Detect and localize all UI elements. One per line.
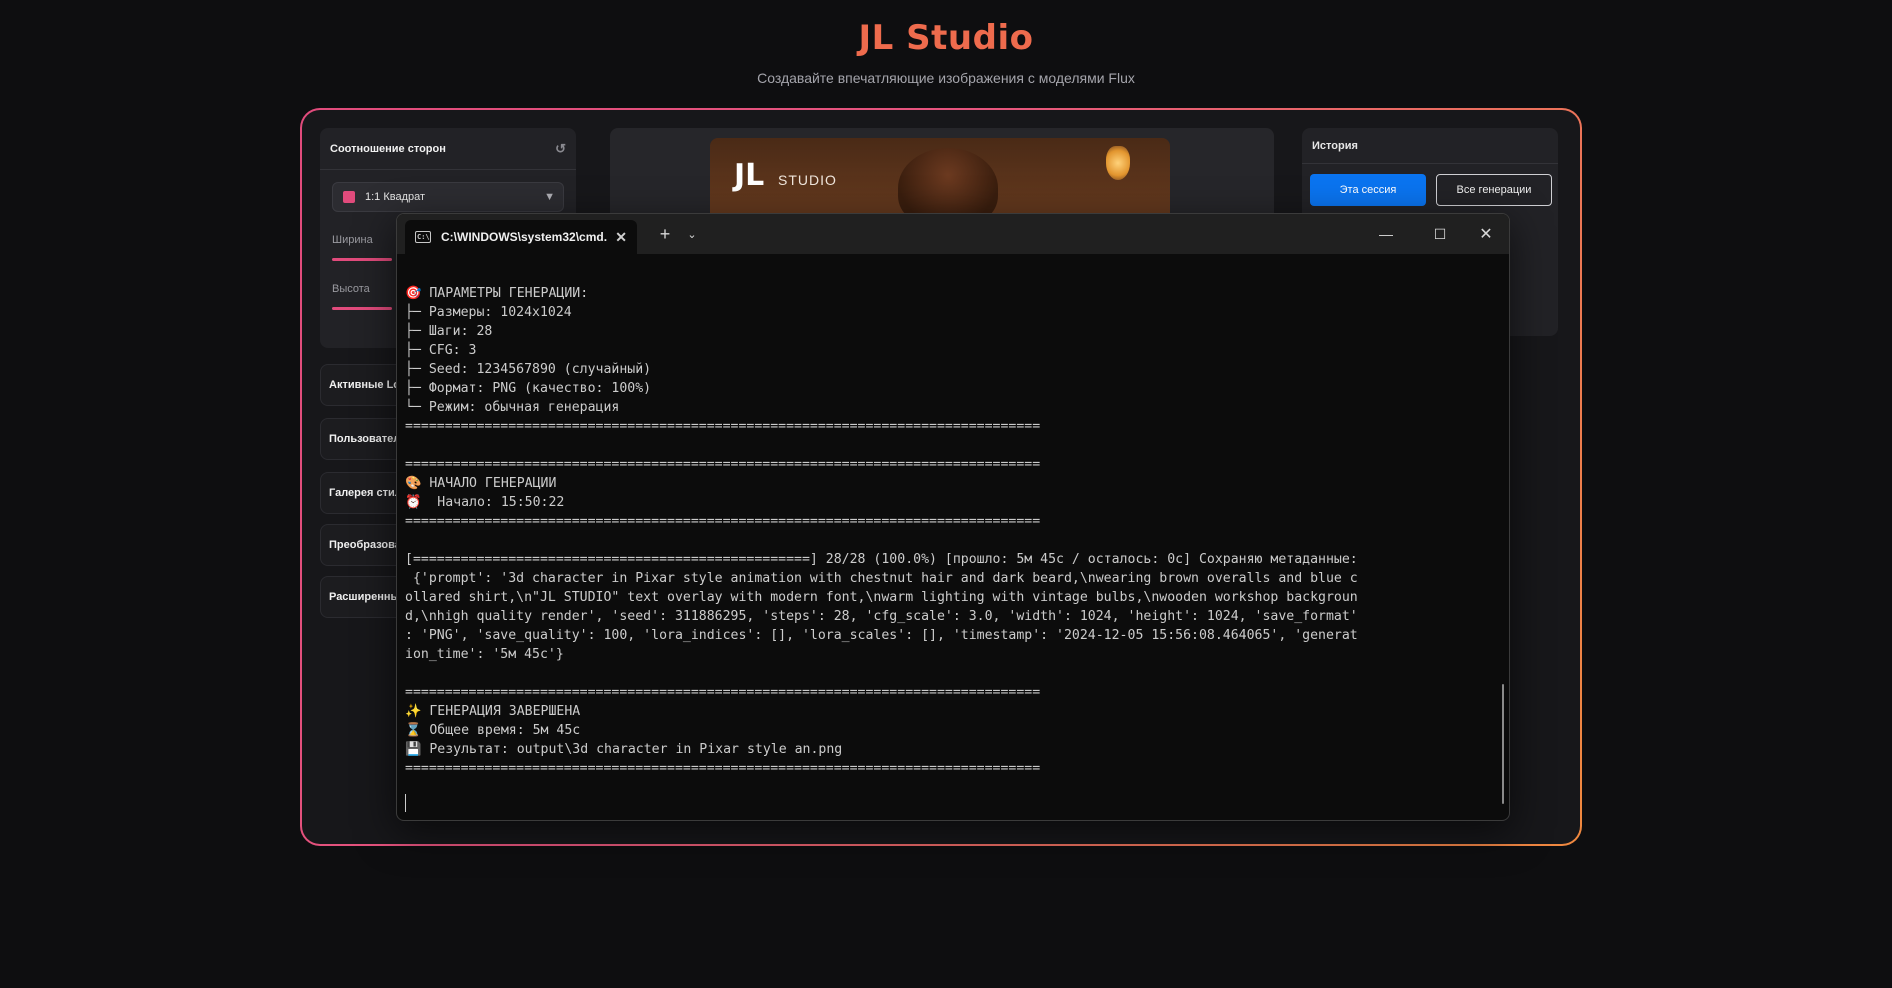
console-line: ⏰ Начало: 15:50:22 [405, 495, 565, 510]
accordion-label: Активные Lo [329, 379, 401, 391]
tab-title: C:\WINDOWS\system32\cmd. [441, 230, 608, 244]
console-line: ├─ Размеры: 1024x1024 [405, 305, 572, 320]
chevron-down-icon[interactable]: ⌄ [681, 214, 703, 254]
console-line: ├─ Шаги: 28 [405, 324, 493, 339]
console-line: ========================================… [405, 761, 1041, 776]
terminal-window[interactable]: C:\ C:\WINDOWS\system32\cmd. ✕ + ⌄ — ☐ ✕… [396, 213, 1510, 821]
console-line: 🎯 ПАРАМЕТРЫ ГЕНЕРАЦИИ: [405, 286, 589, 301]
text-cursor [405, 794, 406, 812]
aspect-ratio-title: Соотношение сторон [330, 142, 446, 155]
console-line: 💾 Результат: output\3d character in Pixa… [405, 742, 843, 757]
console-line: ⌛ Общее время: 5м 45с [405, 723, 581, 738]
accordion-label: Преобразова [329, 539, 401, 551]
plus-icon[interactable]: + [651, 214, 679, 254]
preview-logo-sub: STUDIO [778, 172, 837, 188]
console-line: ========================================… [405, 514, 1041, 529]
console-line: ========================================… [405, 419, 1041, 434]
aspect-ratio-select[interactable]: 1:1 Квадрат ▼ [332, 182, 564, 212]
minimize-icon[interactable]: — [1363, 214, 1409, 254]
console-line: [=======================================… [405, 552, 1358, 567]
aspect-ratio-value: 1:1 Квадрат [365, 191, 426, 203]
console-output: 🎯 ПАРАМЕТРЫ ГЕНЕРАЦИИ: ├─ Размеры: 1024x1… [405, 284, 1495, 778]
bulb-image [1106, 146, 1130, 180]
console-line: ========================================… [405, 457, 1041, 472]
accordion-label: Пользовател [329, 433, 401, 445]
height-slider[interactable] [332, 307, 392, 310]
history-title: История [1302, 128, 1558, 164]
app-subtitle: Создавайте впечатляющие изображения с мо… [757, 70, 1135, 86]
session-history-button[interactable]: Эта сессия [1310, 174, 1426, 206]
console-line: ├─ Формат: PNG (качество: 100%) [405, 381, 652, 396]
console-line: ├─ Seed: 1234567890 (случайный) [405, 362, 652, 377]
console-line: {'prompt': '3d character in Pixar style … [405, 571, 1358, 586]
console-line: 🎨 НАЧАЛО ГЕНЕРАЦИИ [405, 476, 557, 491]
console-line: ion_time': '5м 45с'} [405, 647, 564, 662]
cmd-icon: C:\ [415, 231, 431, 243]
all-generations-button[interactable]: Все генерации [1436, 174, 1552, 206]
close-icon[interactable]: ✕ [615, 229, 627, 246]
accordion-label: Расширенны [329, 591, 400, 603]
width-slider[interactable] [332, 258, 392, 261]
terminal-titlebar[interactable]: C:\ C:\WINDOWS\system32\cmd. ✕ + ⌄ — ☐ ✕ [397, 214, 1509, 254]
console-line: └─ Режим: обычная генерация [405, 400, 620, 415]
terminal-tab[interactable]: C:\ C:\WINDOWS\system32\cmd. ✕ [405, 220, 637, 254]
scrollbar[interactable] [1502, 684, 1504, 804]
maximize-icon[interactable]: ☐ [1417, 214, 1463, 254]
reset-icon[interactable]: ↺ [555, 141, 566, 157]
console-line: ollared shirt,\n"JL STUDIO" text overlay… [405, 590, 1358, 605]
app-title: JL Studio [858, 18, 1034, 58]
console-line: ├─ CFG: 3 [405, 343, 477, 358]
aspect-swatch [343, 191, 355, 203]
console-line: ✨ ГЕНЕРАЦИЯ ЗАВЕРШЕНА [405, 704, 581, 719]
aspect-ratio-header: Соотношение сторон ↺ [320, 128, 576, 170]
preview-logo: JL [734, 158, 765, 193]
console-line: ========================================… [405, 685, 1041, 700]
close-icon[interactable]: ✕ [1463, 214, 1509, 254]
console-line: d,\nhigh quality render', 'seed': 311886… [405, 609, 1358, 624]
accordion-label: Галерея стил [329, 487, 402, 499]
chevron-down-icon: ▼ [544, 191, 555, 203]
console-line: : 'PNG', 'save_quality': 100, 'lora_indi… [405, 628, 1358, 643]
